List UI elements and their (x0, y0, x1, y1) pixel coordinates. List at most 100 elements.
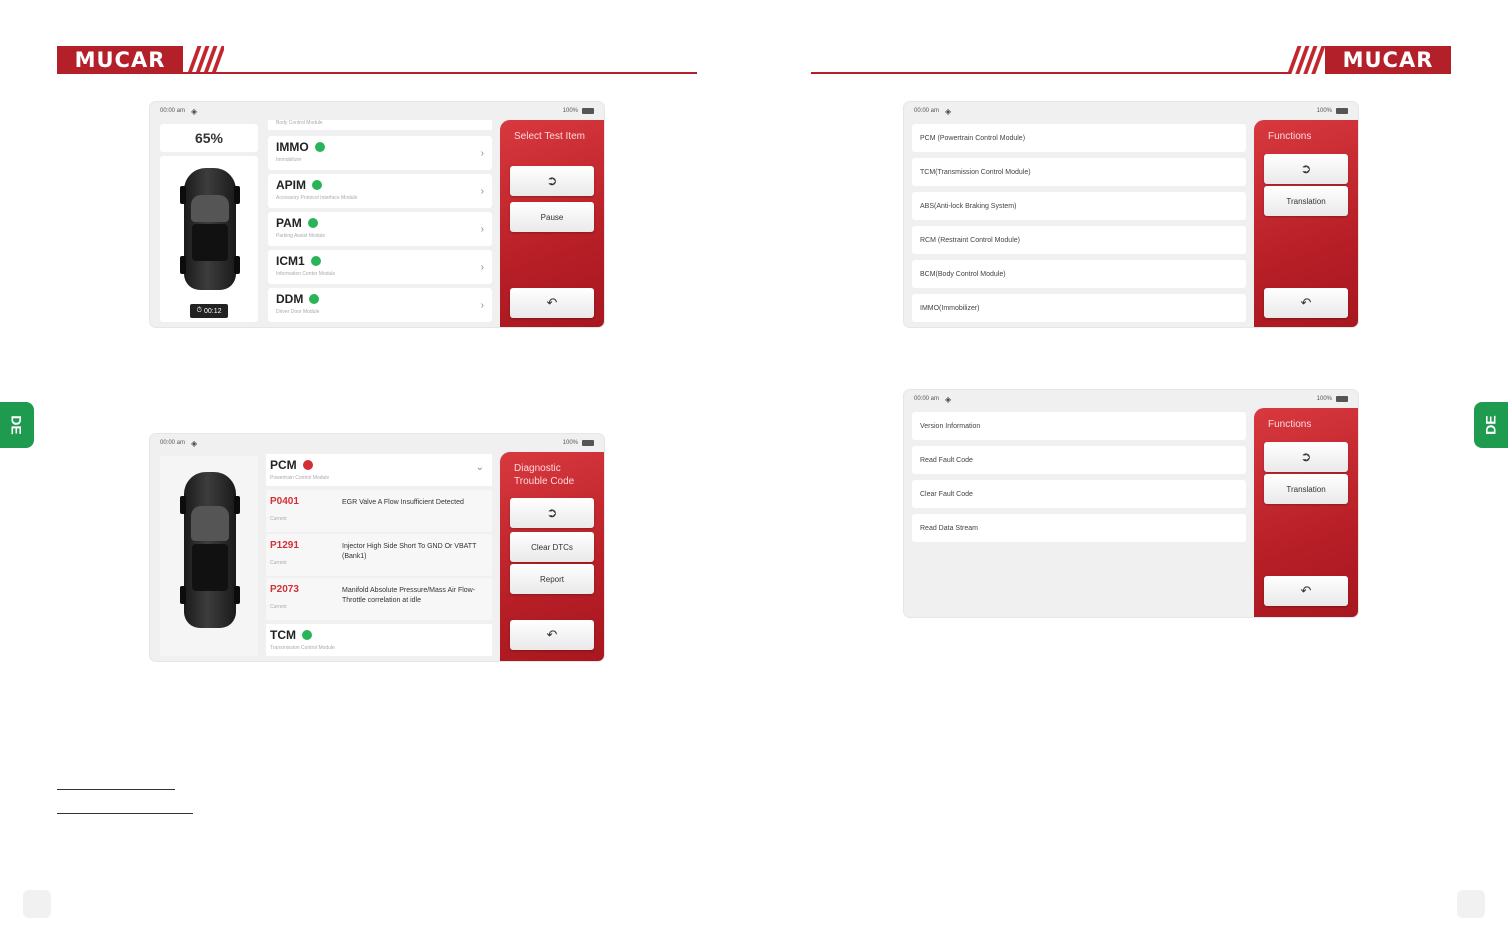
exit-button[interactable]: ➲ (510, 166, 594, 196)
back-icon: ↶ (1300, 295, 1312, 310)
list-item[interactable]: RCM (Restraint Control Module) (912, 226, 1246, 254)
battery-icon (582, 440, 594, 446)
side-panel: Functions ➲ Translation ↶ (1254, 120, 1358, 327)
screenshot-dtc: 00:00 am ◈ 100% PCM Powertrain Control Mo… (150, 434, 604, 661)
battery-icon (1336, 396, 1348, 402)
logo-text: MUCAR (74, 48, 166, 72)
chevron-right-icon: › (480, 262, 484, 273)
status-ok-icon (307, 218, 318, 228)
car-image-panel (160, 456, 258, 656)
back-button[interactable]: ↶ (510, 288, 594, 318)
list-item[interactable]: TCM(Transmission Control Module) (912, 158, 1246, 186)
report-button[interactable]: Report (510, 564, 594, 594)
list-item[interactable]: PCM (Powertrain Control Module) (912, 124, 1246, 152)
car-image (184, 168, 236, 290)
tcm-row[interactable]: TCM Transmission Control Module (266, 624, 492, 656)
mucar-logo-left: MUCAR (57, 46, 183, 74)
list-item[interactable]: ABS(Anti-lock Braking System) (912, 192, 1246, 220)
list-item[interactable]: Read Data Stream (912, 514, 1246, 542)
chevron-down-icon: ⌄ (475, 462, 484, 473)
page-number-box-left (23, 890, 51, 918)
chevron-right-icon: › (480, 148, 484, 159)
back-button[interactable]: ↶ (510, 620, 594, 650)
exit-button[interactable]: ➲ (510, 498, 594, 528)
wifi-icon: ◈ (945, 394, 952, 404)
back-icon: ↶ (546, 295, 558, 310)
language-tab-left[interactable]: DE (0, 402, 34, 448)
translation-button[interactable]: Translation (1264, 186, 1348, 216)
battery-icon (1336, 108, 1348, 114)
exit-button[interactable]: ➲ (1264, 154, 1348, 184)
list-item[interactable]: Clear Fault Code (912, 480, 1246, 508)
battery-icon (582, 108, 594, 114)
exit-icon: ➲ (1300, 449, 1312, 464)
status-bar: 00:00 am ◈ 100% (904, 102, 1358, 120)
logo-text: MUCAR (1342, 48, 1434, 72)
status-time: 00:00 am (914, 396, 940, 402)
chevron-right-icon: › (480, 224, 484, 235)
exit-icon: ➲ (546, 505, 558, 520)
back-button[interactable]: ↶ (1264, 576, 1348, 606)
side-panel: Select Test Item ➲ Pause ↶ (500, 120, 604, 327)
status-ok-icon (314, 142, 325, 152)
chevron-right-icon: › (480, 300, 484, 311)
battery-level: 100% (562, 440, 578, 446)
chevron-right-icon: › (480, 186, 484, 197)
side-panel-title: Select Test Item (514, 131, 585, 142)
back-button[interactable]: ↶ (1264, 288, 1348, 318)
header-rule-right (811, 72, 1291, 74)
status-bar: 00:00 am ◈ 100% (150, 434, 604, 452)
status-time: 00:00 am (160, 440, 186, 446)
wifi-icon: ◈ (191, 106, 198, 116)
back-icon: ↶ (1300, 583, 1312, 598)
module-row-pam[interactable]: PAM Parking Assist Module › (268, 212, 492, 246)
status-ok-icon (302, 630, 312, 640)
list-item[interactable]: Version Information (912, 412, 1246, 440)
dtc-row[interactable]: P2073 Current Manifold Absolute Pressure… (266, 578, 492, 620)
side-panel-title: Diagnostic Trouble Code (514, 463, 575, 487)
list-item[interactable]: Read Fault Code (912, 446, 1246, 474)
list-item-cut: Body Control Module (268, 120, 492, 130)
screenshot-function-list: 00:00 am ◈ 100% Version Information Read … (904, 390, 1358, 617)
battery-level: 100% (1316, 396, 1332, 402)
translation-button[interactable]: Translation (1264, 474, 1348, 504)
underline-2 (57, 813, 193, 814)
module-row-ddm[interactable]: DDM Driver Door Module › (268, 288, 492, 322)
module-row-immo[interactable]: IMMO Immobilizer › (268, 136, 492, 170)
clear-dtcs-button[interactable]: Clear DTCs (510, 532, 594, 562)
exit-button[interactable]: ➲ (1264, 442, 1348, 472)
status-ok-icon (312, 180, 322, 190)
underline-1 (57, 789, 175, 790)
header-rule-left (57, 72, 697, 74)
car-image-panel: ⏱ 00:12 (160, 156, 258, 322)
wifi-icon: ◈ (191, 438, 198, 448)
status-bar: 00:00 am ◈ 100% (904, 390, 1358, 408)
mucar-logo-right: MUCAR (1325, 46, 1451, 74)
status-error-icon (302, 460, 313, 470)
pause-button[interactable]: Pause (510, 202, 594, 232)
battery-level: 100% (1316, 108, 1332, 114)
list-item[interactable]: IMMO(Immobilizer) (912, 294, 1246, 322)
side-panel: Diagnostic Trouble Code ➲ Clear DTCs Rep… (500, 452, 604, 661)
back-icon: ↶ (546, 627, 558, 642)
module-row-icm1[interactable]: ICM1 Information Center Module › (268, 250, 492, 284)
language-tab-right[interactable]: DE (1474, 402, 1508, 448)
logo-stripes-right (1288, 46, 1328, 74)
list-item[interactable]: BCM(Body Control Module) (912, 260, 1246, 288)
pcm-header-row[interactable]: PCM Powertrain Control Module ⌄ (266, 454, 492, 486)
module-row-apim[interactable]: APIM Accessory Protocol Interface Module… (268, 174, 492, 208)
car-image (184, 472, 236, 628)
status-time: 00:00 am (914, 108, 940, 114)
battery-level: 100% (562, 108, 578, 114)
status-bar: 00:00 am ◈ 100% (150, 102, 604, 120)
status-ok-icon (310, 256, 321, 266)
clock-icon: ⏱ (196, 307, 202, 314)
wifi-icon: ◈ (945, 106, 952, 116)
screenshot-module-list: 00:00 am ◈ 100% PCM (Powertrain Control M… (904, 102, 1358, 327)
side-panel: Functions ➲ Translation ↶ (1254, 408, 1358, 617)
dtc-row[interactable]: P0401 Current EGR Valve A Flow Insuffici… (266, 490, 492, 532)
exit-icon: ➲ (1300, 161, 1312, 176)
status-ok-icon (309, 294, 320, 304)
dtc-row[interactable]: P1291 Current Injector High Side Short T… (266, 534, 492, 576)
page-number-box-right (1457, 890, 1485, 918)
